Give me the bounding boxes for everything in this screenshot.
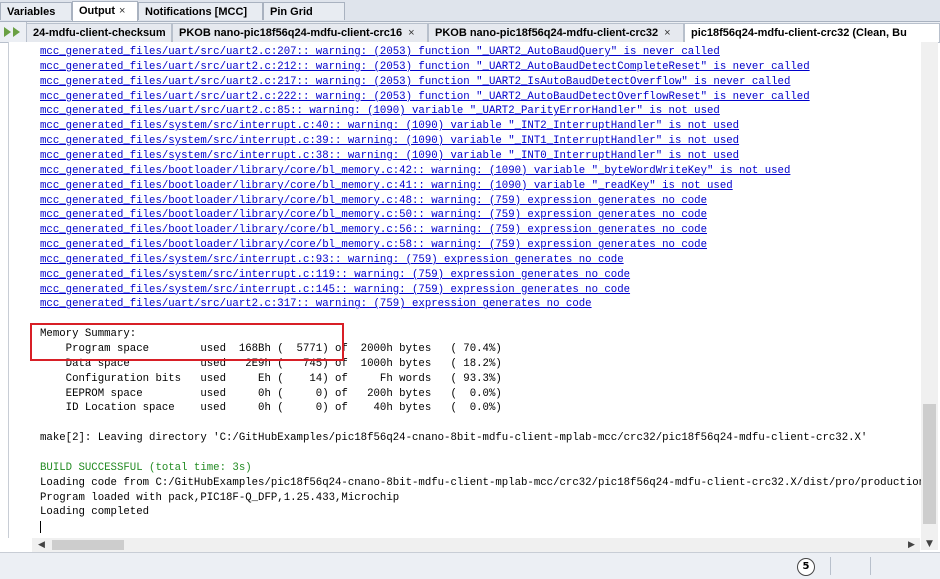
- console-line: Loading code from C:/GitHubExamples/pic1…: [40, 476, 921, 491]
- subtab-crc32-label: PKOB nano-pic18f56q24-mdfu-client-crc32: [435, 27, 658, 39]
- console-action-icons: [0, 22, 27, 42]
- console-warning-link[interactable]: mcc_generated_files/bootloader/library/c…: [40, 164, 790, 179]
- subtab-crc32[interactable]: PKOB nano-pic18f56q24-mdfu-client-crc32 ×: [428, 23, 684, 42]
- tab-pin-grid-view[interactable]: Pin Grid View: [263, 2, 345, 20]
- console-line: Loading completed: [40, 505, 149, 520]
- status-divider: [870, 557, 871, 575]
- subtab-crc16[interactable]: PKOB nano-pic18f56q24-mdfu-client-crc16 ×: [172, 23, 428, 42]
- text-cursor: [40, 521, 41, 533]
- console-warning-link[interactable]: mcc_generated_files/bootloader/library/c…: [40, 223, 707, 238]
- status-bar: 5: [0, 552, 940, 579]
- rerun-icon[interactable]: [4, 27, 11, 37]
- console-warning-link[interactable]: mcc_generated_files/uart/src/uart2.c:217…: [40, 75, 790, 90]
- vertical-scrollbar[interactable]: [921, 42, 938, 550]
- subtab-checksum[interactable]: 24-mdfu-client-checksum×: [26, 23, 172, 42]
- subtab-crc32-clean-build[interactable]: pic18f56q24-mdfu-client-crc32 (Clean, Bu: [684, 23, 940, 42]
- notifications-badge[interactable]: 5: [797, 558, 815, 576]
- console-warning-link[interactable]: mcc_generated_files/uart/src/uart2.c:207…: [40, 45, 720, 60]
- tab-notifications-mcc[interactable]: Notifications [MCC]: [138, 2, 263, 20]
- tab-output-label: Output: [79, 5, 115, 17]
- console-warning-link[interactable]: mcc_generated_files/uart/src/uart2.c:85:…: [40, 104, 720, 119]
- console-warning-link[interactable]: mcc_generated_files/bootloader/library/c…: [40, 238, 707, 253]
- scroll-down-arrow-icon[interactable]: ▼: [923, 539, 936, 549]
- console-warning-link[interactable]: mcc_generated_files/system/src/interrupt…: [40, 149, 739, 164]
- scroll-left-arrow-icon[interactable]: ◀: [38, 540, 45, 550]
- console-line: EEPROM space used 0h ( 0) of 200h bytes …: [40, 387, 502, 402]
- console-line: make[2]: Leaving directory 'C:/GitHubExa…: [40, 431, 867, 446]
- close-icon[interactable]: ×: [408, 27, 414, 39]
- console-warning-link[interactable]: mcc_generated_files/system/src/interrupt…: [40, 134, 739, 149]
- tab-variables[interactable]: Variables: [0, 2, 72, 20]
- console-warning-link[interactable]: mcc_generated_files/bootloader/library/c…: [40, 208, 707, 223]
- console-warning-link[interactable]: mcc_generated_files/system/src/interrupt…: [40, 253, 624, 268]
- status-divider: [830, 557, 831, 575]
- subtab-checksum-label: 24-mdfu-client-checksum: [33, 27, 166, 39]
- horizontal-scroll-thumb[interactable]: [52, 540, 124, 550]
- console-warning-link[interactable]: mcc_generated_files/system/src/interrupt…: [40, 268, 630, 283]
- console-warning-link[interactable]: mcc_generated_files/system/src/interrupt…: [40, 119, 739, 134]
- console-warning-link[interactable]: mcc_generated_files/bootloader/library/c…: [40, 194, 707, 209]
- console-line: ID Location space used 0h ( 0) of 40h by…: [40, 401, 502, 416]
- console-line: Configuration bits used Eh ( 14) of Fh w…: [40, 372, 502, 387]
- console-line: BUILD SUCCESSFUL (total time: 3s): [40, 461, 252, 476]
- close-icon[interactable]: ×: [664, 27, 670, 39]
- output-window-tabstrip: Variables Output × Notifications [MCC] Pi…: [0, 0, 940, 22]
- tab-notifications-label: Notifications [MCC]: [145, 6, 247, 18]
- subtab-crc16-label: PKOB nano-pic18f56q24-mdfu-client-crc16: [179, 27, 402, 39]
- memory-summary-highlight: [30, 323, 344, 361]
- rerun-icon[interactable]: [13, 27, 20, 37]
- tab-variables-label: Variables: [7, 6, 55, 18]
- console-warning-link[interactable]: mcc_generated_files/uart/src/uart2.c:222…: [40, 90, 810, 105]
- subtab-clean-build-label: pic18f56q24-mdfu-client-crc32 (Clean, Bu: [691, 27, 907, 39]
- console-warning-link[interactable]: mcc_generated_files/uart/src/uart2.c:212…: [40, 60, 810, 75]
- tab-output[interactable]: Output ×: [72, 1, 138, 21]
- vertical-scroll-thumb[interactable]: [923, 404, 936, 524]
- close-icon[interactable]: ×: [119, 5, 125, 17]
- console-warning-link[interactable]: mcc_generated_files/system/src/interrupt…: [40, 283, 630, 298]
- scroll-right-arrow-icon[interactable]: ▶: [908, 540, 915, 550]
- console-line: Program loaded with pack,PIC18F-Q_DFP,1.…: [40, 491, 399, 506]
- console-warning-link[interactable]: mcc_generated_files/uart/src/uart2.c:317…: [40, 297, 592, 312]
- horizontal-scrollbar[interactable]: [32, 538, 920, 552]
- output-subtabs: 24-mdfu-client-checksum× PKOB nano-pic18…: [0, 22, 940, 43]
- console-warning-link[interactable]: mcc_generated_files/bootloader/library/c…: [40, 179, 733, 194]
- output-console[interactable]: mcc_generated_files/uart/src/uart2.c:207…: [8, 42, 921, 538]
